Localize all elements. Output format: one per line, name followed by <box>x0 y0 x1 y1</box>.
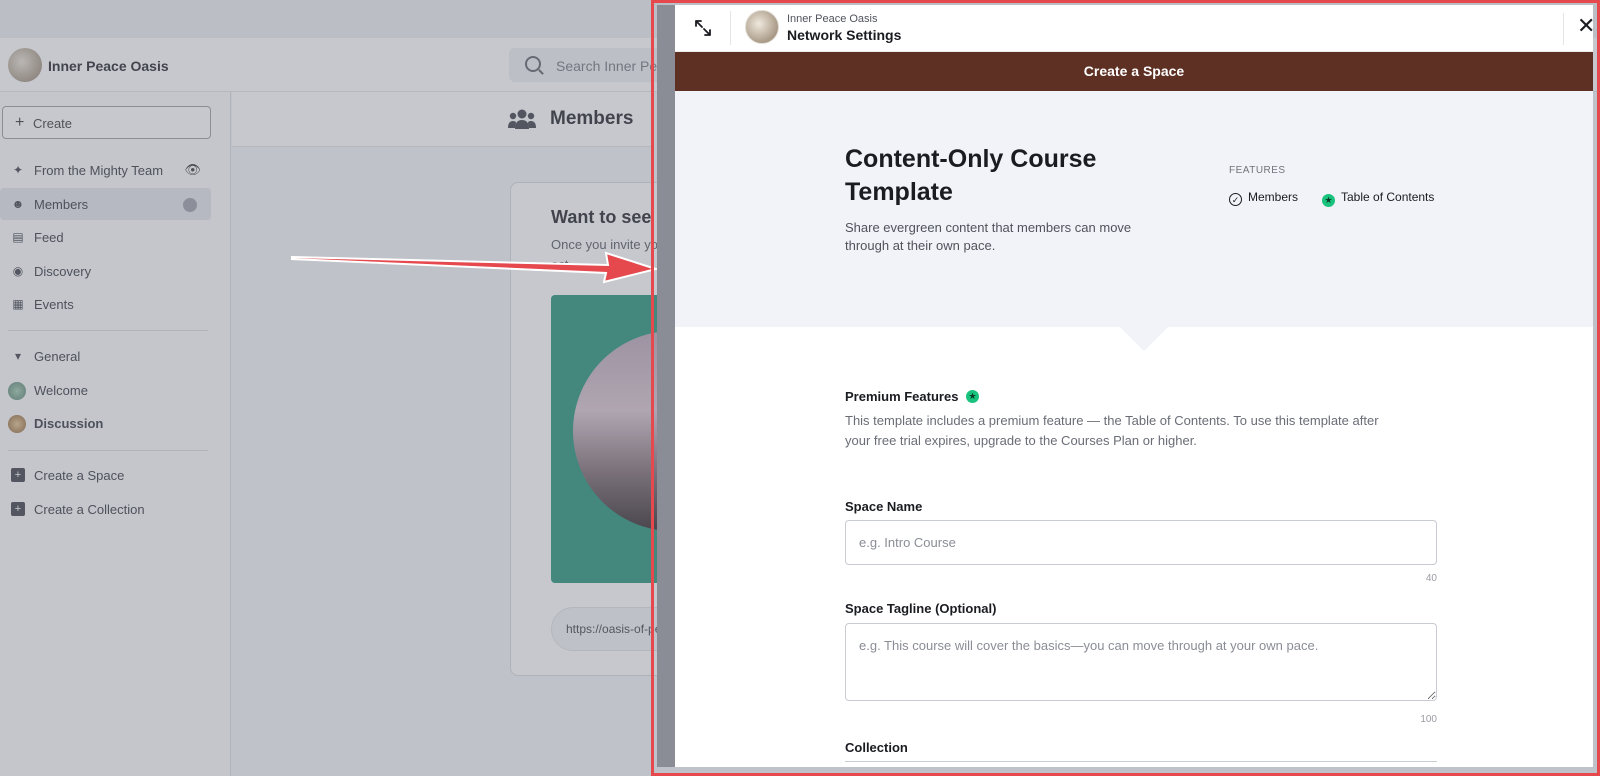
collection-select[interactable] <box>845 761 1437 762</box>
space-name-label: Space Name <box>845 499 923 514</box>
premium-star-icon: ★ <box>966 390 979 403</box>
premium-features-title: Premium Features <box>845 389 959 404</box>
features-label: FEATURES <box>1229 165 1286 176</box>
modal-header-title: Network Settings <box>787 27 902 43</box>
close-icon[interactable]: ✕ <box>1577 15 1593 37</box>
space-name-char-limit: 40 <box>1425 573 1437 584</box>
collection-label: Collection <box>845 740 908 755</box>
hero-notch <box>1118 325 1170 351</box>
feature-members: ✓ Members <box>1229 190 1298 206</box>
org-name: Inner Peace Oasis <box>787 13 878 25</box>
premium-desc-line: your free trial expires, upgrade to the … <box>845 433 1197 448</box>
premium-star-icon: ★ <box>1322 194 1335 207</box>
feature-table-of-contents: ★ Table of Contents <box>1322 190 1434 207</box>
template-title: Content-Only Course Template <box>845 143 1175 209</box>
tagline-char-limit: 100 <box>1420 714 1437 725</box>
modal-gutter <box>657 5 675 767</box>
template-desc-line: Share evergreen content that members can… <box>845 220 1132 235</box>
tagline-label: Space Tagline (Optional) <box>845 601 997 616</box>
template-hero <box>675 91 1593 327</box>
expand-icon[interactable] <box>693 18 713 38</box>
template-desc-line: through at their own pace. <box>845 238 996 253</box>
premium-desc-line: This template includes a premium feature… <box>845 413 1379 428</box>
modal-title-bar: Create a Space <box>675 52 1593 91</box>
feature-label: Table of Contents <box>1341 190 1435 204</box>
create-space-modal: Inner Peace Oasis Network Settings ✕ Cre… <box>675 5 1593 767</box>
network-logo <box>745 10 779 44</box>
modal-bar-title: Create a Space <box>1083 63 1185 79</box>
space-name-input[interactable] <box>845 520 1437 565</box>
premium-features-description: This template includes a premium feature… <box>845 411 1435 451</box>
topbar-divider <box>1563 13 1564 45</box>
feature-label: Members <box>1248 190 1299 204</box>
template-title-line: Template <box>845 178 953 206</box>
template-description: Share evergreen content that members can… <box>845 219 1185 255</box>
check-circle-icon: ✓ <box>1229 193 1242 206</box>
template-title-line: Content-Only Course <box>845 145 1097 173</box>
annotation-arrow <box>291 251 660 284</box>
tagline-input[interactable] <box>845 623 1437 701</box>
topbar-divider <box>730 11 731 45</box>
